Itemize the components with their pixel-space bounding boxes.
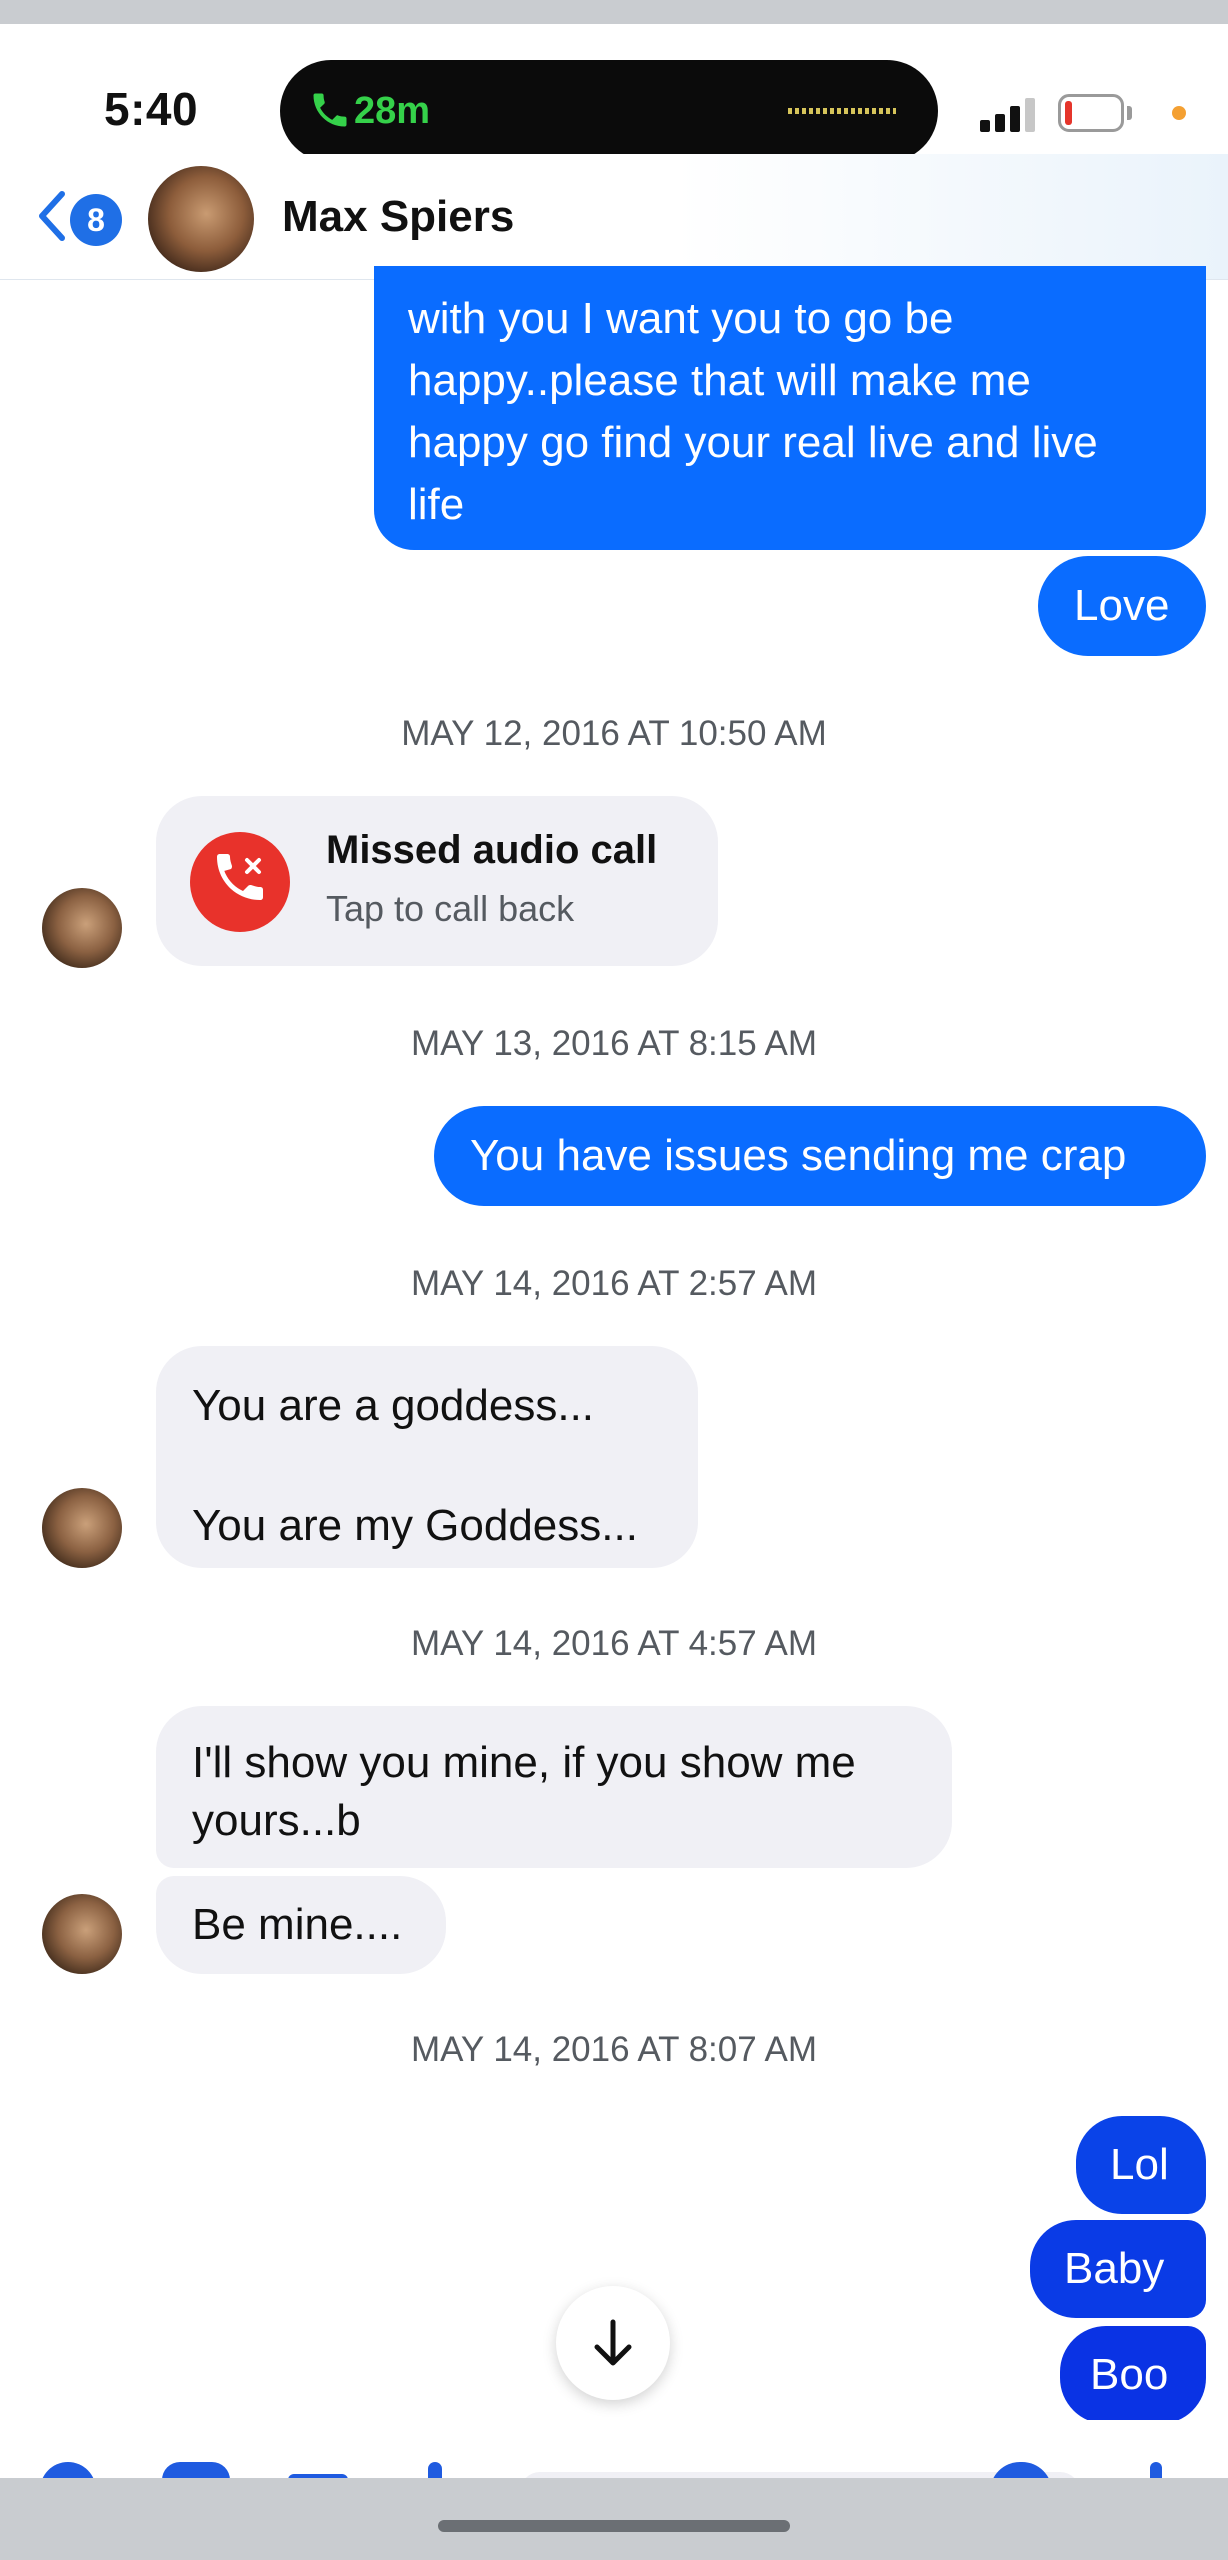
message-timestamp: MAY 14, 2016 AT 2:57 AM bbox=[410, 1264, 817, 1303]
message-line: You are a goddess... bbox=[192, 1381, 595, 1430]
screenshot-frame-top bbox=[0, 0, 1228, 24]
contact-avatar-small bbox=[42, 1488, 122, 1568]
privacy-indicator-dot bbox=[1172, 106, 1186, 120]
message-line: yours...b bbox=[192, 1796, 361, 1845]
missed-call-icon bbox=[190, 832, 290, 932]
message-timestamp: MAY 14, 2016 AT 4:57 AM bbox=[410, 1624, 817, 1663]
message-timestamp: MAY 14, 2016 AT 8:07 AM bbox=[410, 2030, 817, 2069]
status-bar: 5:40 28m bbox=[0, 24, 1228, 162]
home-indicator[interactable] bbox=[438, 2520, 790, 2532]
arrow-down-icon bbox=[594, 2319, 632, 2366]
outgoing-message[interactable]: Lol bbox=[1076, 2116, 1206, 2214]
outgoing-message[interactable]: Love bbox=[1038, 556, 1206, 656]
battery-icon bbox=[1058, 94, 1124, 132]
unread-count-badge[interactable]: 8 bbox=[70, 194, 122, 246]
contact-avatar-small bbox=[42, 888, 122, 968]
signal-icon bbox=[980, 96, 1040, 132]
message-timestamp: MAY 13, 2016 AT 8:15 AM bbox=[410, 1024, 817, 1063]
message-line: You are my Goddess... bbox=[192, 1501, 638, 1550]
missed-call-card[interactable]: Missed audio call Tap to call back bbox=[156, 796, 718, 966]
contact-avatar-small bbox=[42, 1894, 122, 1974]
contact-name[interactable]: Max Spiers bbox=[282, 192, 514, 242]
outgoing-message[interactable]: with you I want you to go be happy..plea… bbox=[374, 266, 1206, 550]
outgoing-message[interactable]: Boo bbox=[1060, 2326, 1206, 2424]
message-timestamp: MAY 12, 2016 AT 10:50 AM bbox=[401, 714, 827, 753]
composer-toolbar bbox=[0, 2420, 1228, 2492]
outgoing-message[interactable]: Baby bbox=[1030, 2220, 1206, 2318]
incoming-message[interactable]: I'll show you mine, if you show me yours… bbox=[156, 1706, 952, 1868]
message-line: life bbox=[408, 480, 465, 529]
contact-avatar[interactable] bbox=[148, 166, 254, 272]
status-time: 5:40 bbox=[104, 83, 199, 135]
call-duration: 28m bbox=[354, 90, 431, 132]
missed-call-title: Missed audio call bbox=[326, 828, 658, 872]
chat-header: 8 Max Spiers bbox=[0, 154, 1228, 280]
battery-tip bbox=[1127, 106, 1132, 120]
message-line: happy go find your real live and live bbox=[408, 418, 1098, 467]
audio-waveform-icon bbox=[788, 108, 896, 114]
incoming-message[interactable]: Be mine.... bbox=[156, 1876, 446, 1974]
outgoing-message[interactable]: You have issues sending me crap bbox=[434, 1106, 1206, 1206]
message-line: happy..please that will make me bbox=[408, 356, 1031, 405]
phone-icon bbox=[313, 93, 347, 127]
dynamic-island-call[interactable]: 28m bbox=[280, 60, 938, 162]
scroll-to-bottom-button[interactable] bbox=[556, 2286, 670, 2400]
missed-call-subtitle: Tap to call back bbox=[326, 888, 575, 929]
message-line: I'll show you mine, if you show me bbox=[192, 1738, 856, 1787]
message-line: with you I want you to go be bbox=[408, 294, 954, 343]
incoming-message[interactable]: You are a goddess... You are my Goddess.… bbox=[156, 1346, 698, 1568]
back-chevron-icon[interactable] bbox=[36, 190, 68, 242]
screenshot-frame-bottom bbox=[0, 2478, 1228, 2560]
